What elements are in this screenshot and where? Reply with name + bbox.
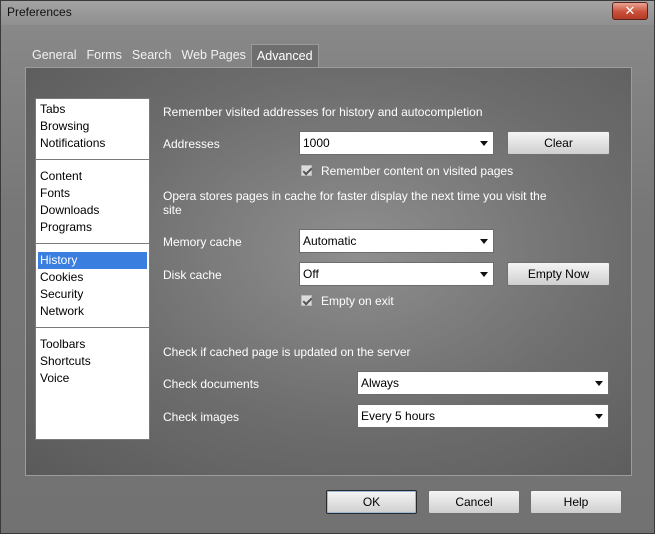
close-button[interactable]: ✕ (612, 2, 648, 20)
tab-advanced[interactable]: Advanced (250, 44, 319, 68)
sidebar-item-downloads[interactable]: Downloads (38, 202, 149, 219)
sidebar-item-notifications[interactable]: Notifications (38, 135, 149, 152)
memory-cache-select[interactable]: Automatic (299, 229, 494, 253)
check-heading: Check if cached page is updated on the s… (163, 345, 411, 359)
clear-button[interactable]: Clear (507, 131, 610, 155)
sidebar-item-fonts[interactable]: Fonts (38, 185, 149, 202)
disk-cache-select[interactable]: Off (299, 262, 494, 286)
check-documents-select[interactable]: Always (357, 371, 609, 395)
window-title: Preferences (7, 5, 72, 19)
preferences-window: Preferences ✕ General Forms Search Web P… (0, 0, 655, 534)
nav-group: Tabs Browsing Notifications (36, 101, 149, 152)
sidebar-item-voice[interactable]: Voice (38, 370, 149, 387)
disk-cache-label: Disk cache (163, 268, 222, 282)
sidebar-item-network[interactable]: Network (38, 303, 149, 320)
tab-search[interactable]: Search (127, 44, 177, 68)
check-images-select[interactable]: Every 5 hours (357, 404, 609, 428)
sidebar-item-cookies[interactable]: Cookies (38, 269, 149, 286)
tab-general[interactable]: General (27, 44, 81, 68)
empty-now-button[interactable]: Empty Now (507, 262, 610, 286)
check-documents-value: Always (361, 376, 400, 390)
tab-bar: General Forms Search Web Pages Advanced (27, 44, 319, 68)
nav-group: History Cookies Security Network (36, 252, 149, 320)
sidebar-item-programs[interactable]: Programs (38, 219, 149, 236)
sidebar-item-history[interactable]: History (38, 252, 147, 269)
empty-on-exit-checkbox[interactable] (301, 295, 312, 306)
sidebar-item-tabs[interactable]: Tabs (38, 101, 149, 118)
chevron-down-icon (595, 414, 603, 419)
ok-button[interactable]: OK (326, 490, 417, 514)
nav-group: Toolbars Shortcuts Voice (36, 336, 149, 387)
chevron-down-icon (480, 272, 488, 277)
tab-forms[interactable]: Forms (81, 44, 126, 68)
remember-content-checkbox[interactable] (301, 165, 312, 176)
sidebar-item-shortcuts[interactable]: Shortcuts (38, 353, 149, 370)
addresses-label: Addresses (163, 137, 220, 151)
check-images-label: Check images (163, 410, 240, 424)
chevron-down-icon (480, 239, 488, 244)
chevron-down-icon (595, 381, 603, 386)
addresses-select[interactable]: 1000 (299, 131, 494, 155)
close-icon: ✕ (624, 3, 636, 18)
chevron-down-icon (480, 141, 488, 146)
cache-heading: Opera stores pages in cache for faster d… (163, 189, 547, 217)
sidebar-item-security[interactable]: Security (38, 286, 149, 303)
remember-heading: Remember visited addresses for history a… (163, 105, 483, 119)
sidebar-divider (36, 327, 149, 328)
addresses-value: 1000 (303, 136, 330, 150)
empty-on-exit-label: Empty on exit (321, 294, 394, 308)
sidebar-item-browsing[interactable]: Browsing (38, 118, 149, 135)
sidebar-item-content[interactable]: Content (38, 168, 149, 185)
memory-cache-value: Automatic (303, 234, 357, 248)
cancel-button[interactable]: Cancel (428, 490, 520, 514)
advanced-sidebar: Tabs Browsing Notifications Content Font… (35, 98, 150, 440)
remember-content-label: Remember content on visited pages (321, 164, 514, 178)
tab-web-pages[interactable]: Web Pages (177, 44, 251, 68)
title-bar: Preferences ✕ (1, 1, 654, 25)
sidebar-item-toolbars[interactable]: Toolbars (38, 336, 149, 353)
help-button[interactable]: Help (530, 490, 622, 514)
sidebar-divider (36, 159, 149, 160)
memory-cache-label: Memory cache (163, 235, 242, 249)
check-images-value: Every 5 hours (361, 409, 436, 423)
nav-group: Content Fonts Downloads Programs (36, 168, 149, 236)
sidebar-divider (36, 243, 149, 244)
disk-cache-value: Off (303, 267, 319, 281)
check-documents-label: Check documents (163, 377, 260, 391)
